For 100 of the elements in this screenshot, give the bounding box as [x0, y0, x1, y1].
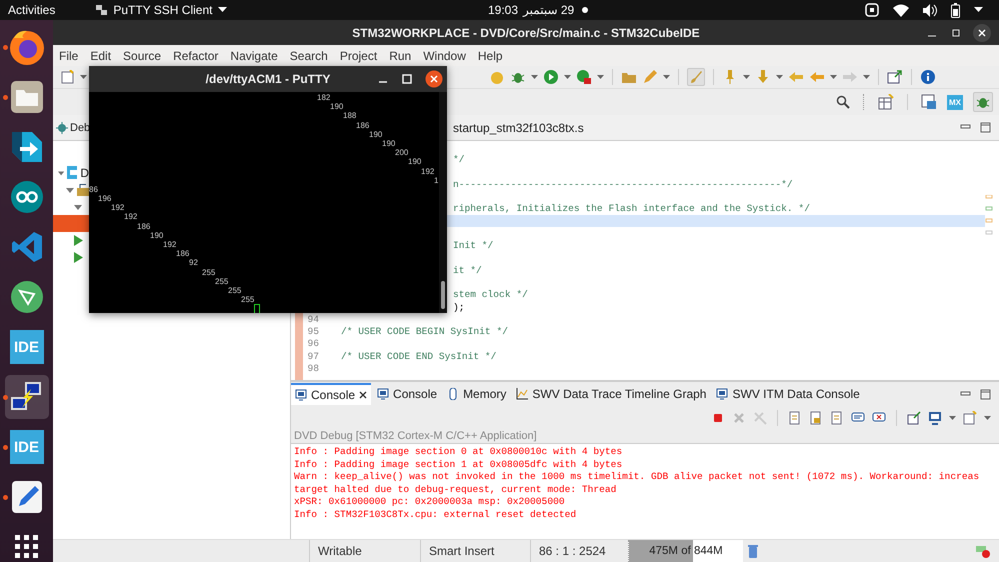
bug-icon[interactable]	[973, 92, 993, 112]
console-tab[interactable]: Memory	[443, 383, 510, 405]
putty-app-button[interactable]	[4, 375, 48, 419]
close-icon[interactable]	[359, 391, 368, 399]
console-icon	[716, 388, 728, 400]
console-line: Warn : keep_alive() was not invoked in the 1000 ms timelimit. GDB alive packet not sent! (1072 ms). Workaround: increas	[294, 471, 980, 484]
caret-icon	[218, 7, 226, 13]
trash-icon[interactable]	[748, 544, 758, 558]
document-icon[interactable]	[788, 411, 802, 425]
run-stop-icon[interactable]	[576, 69, 592, 85]
menu-item[interactable]: Edit	[90, 48, 112, 62]
screen-share-icon[interactable]	[865, 3, 879, 17]
code-line: Init */	[453, 240, 494, 252]
volume-icon[interactable]	[923, 4, 937, 16]
status-mode: Writable	[309, 540, 420, 562]
code-line: /* USER CODE END SysInit */	[341, 350, 496, 362]
search-icon[interactable]	[836, 95, 850, 109]
menu-item[interactable]: Run	[389, 48, 412, 62]
code-line: ripherals, Initializes the Flash interface and the Systick. */	[453, 203, 810, 214]
overview-marks-drawing	[985, 195, 993, 235]
terminal-text: 196	[98, 194, 112, 204]
terminal-text: 190	[408, 157, 422, 166]
graph-icon	[516, 388, 528, 400]
new-window-icon[interactable]	[963, 411, 977, 425]
editor-tab[interactable]: startup_stm32f103c8tx.s	[453, 120, 584, 134]
wifi-icon[interactable]	[893, 4, 909, 16]
thread-icon	[74, 252, 83, 263]
lock-icon[interactable]	[809, 411, 823, 425]
code-line: */	[453, 154, 465, 165]
menu-item[interactable]: Refactor	[173, 48, 218, 62]
info-icon[interactable]	[920, 69, 936, 85]
monitor-icon[interactable]	[928, 411, 942, 425]
console-line: target halted due to debug-request, current mode: Thread	[294, 484, 618, 496]
heap-reading: 475M of 844M	[649, 545, 723, 557]
terminal-text: 186	[176, 249, 190, 258]
terminal-text: 192	[124, 212, 138, 222]
terminal-text: 86	[89, 184, 98, 194]
expand-arrow-icon[interactable]	[66, 186, 74, 192]
grid-icon[interactable]	[14, 535, 38, 559]
menu-item[interactable]: Navigate	[230, 48, 278, 62]
window-title: STM32WORKPLACE - DVD/Core/Src/main.c - STM32CubeIDE	[352, 26, 700, 40]
console-line: Info : Padding image section 0 at 0x0800010c with 4 bytes	[294, 446, 624, 458]
terminal-text: 190	[150, 230, 164, 240]
window-title: /dev/ttyACM1 - PuTTY	[206, 72, 330, 86]
menu-item[interactable]: Project	[340, 48, 378, 62]
code-line: stem clock */	[453, 289, 528, 300]
maximize-icon[interactable]	[980, 122, 991, 133]
terminal-text: 92	[189, 258, 198, 268]
app-menu[interactable]: PuTTY SSH Client	[95, 3, 226, 17]
code-line: n--------------------------------------------------------*/	[453, 178, 793, 190]
window-arrow-icon[interactable]	[887, 69, 903, 85]
battery-icon[interactable]	[951, 2, 960, 18]
ide-icon	[67, 166, 78, 179]
terminal-text: 186	[137, 222, 150, 231]
code-line: it */	[453, 264, 482, 276]
console-tab[interactable]: SWV Data Trace Timeline Graph	[512, 383, 710, 405]
terminal-text: 200	[395, 148, 408, 158]
terminal-text: 192	[163, 240, 176, 250]
line-number: 98	[306, 362, 320, 374]
menu-item[interactable]: Window	[423, 48, 466, 62]
scrollbar-thumb[interactable]	[441, 281, 445, 309]
document-icon[interactable]	[830, 411, 844, 425]
console-tab[interactable]: SWV ITM Data Console	[712, 383, 864, 405]
window-icon	[95, 4, 108, 16]
console-tab[interactable]: Console	[291, 383, 372, 405]
new-file-icon[interactable]	[61, 70, 75, 84]
menu-item[interactable]: Source	[123, 48, 162, 62]
menu-item[interactable]: Help	[478, 48, 503, 62]
terminal-text: 255	[228, 286, 242, 296]
close-button[interactable]	[973, 24, 991, 42]
caret-icon[interactable]	[974, 7, 983, 13]
expand-arrow-icon[interactable]	[58, 170, 64, 176]
tree-row[interactable]: D	[53, 164, 89, 181]
line-number: 95	[306, 326, 320, 338]
network-error-icon[interactable]	[975, 544, 991, 558]
close-button[interactable]	[425, 70, 443, 88]
open-perspective-icon[interactable]	[878, 94, 894, 110]
terminal-text: 186	[356, 120, 370, 130]
run-icon[interactable]	[543, 69, 559, 85]
console-tab[interactable]: Console	[373, 383, 442, 405]
console-icon	[377, 388, 390, 400]
debug-tab[interactable]: Deb	[53, 122, 90, 134]
stop-icon[interactable]	[711, 411, 725, 425]
menu-item[interactable]: File	[59, 48, 78, 62]
launcher-icon	[77, 184, 89, 196]
menu-item[interactable]: Search	[290, 48, 328, 62]
bug-icon	[56, 122, 68, 134]
memory-icon	[447, 388, 460, 400]
maximize-icon[interactable]	[980, 388, 991, 400]
code-line: /* USER CODE BEGIN SysInit */	[341, 326, 508, 338]
terminal-text: 255	[215, 276, 228, 286]
maximize-button[interactable]	[401, 73, 413, 85]
expand-arrow-icon[interactable]	[74, 204, 82, 210]
activities-button[interactable]: Activities	[8, 3, 56, 17]
window-arrow-icon[interactable]	[907, 411, 921, 425]
console-line: Info : Padding image section 1 at 0x08005dfc with 4 bytes	[294, 458, 624, 471]
notification-dot-icon	[582, 7, 588, 13]
thread-icon	[74, 235, 83, 246]
console-icon	[295, 389, 307, 401]
status-insert-mode: Smart Insert	[420, 540, 530, 562]
